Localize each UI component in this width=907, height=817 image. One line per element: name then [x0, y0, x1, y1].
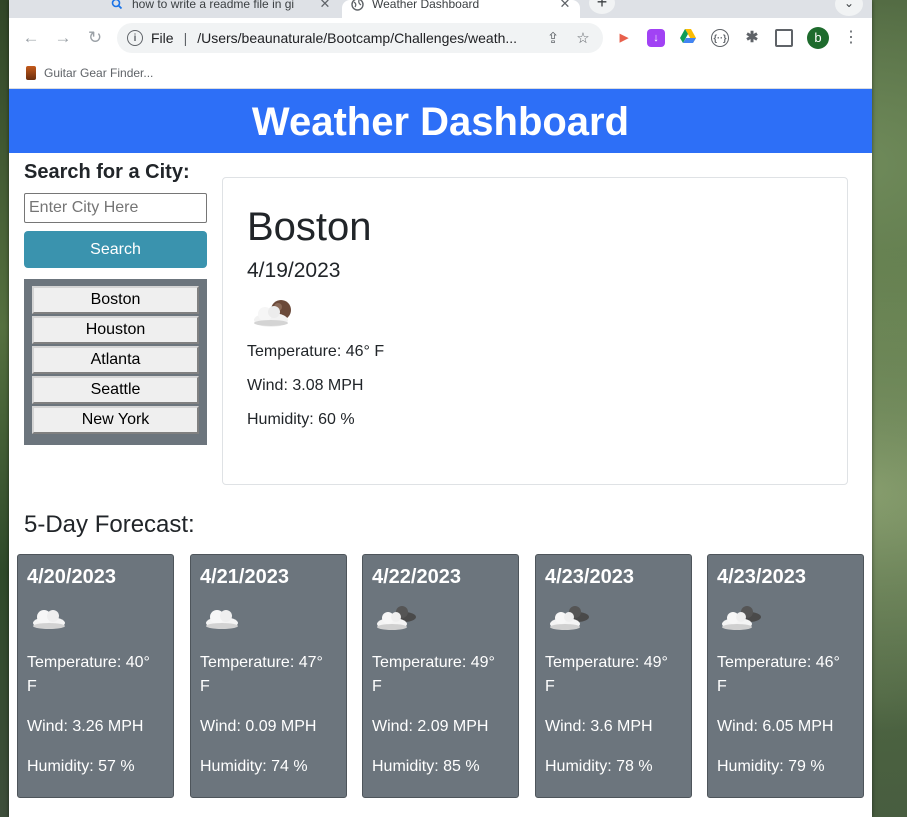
forecast-wind: Wind: 0.09 MPH — [200, 718, 317, 735]
search-sidebar: Search for a City: Search Boston Houston… — [24, 161, 207, 445]
forecast-wind: Wind: 6.05 MPH — [717, 718, 834, 735]
close-icon[interactable]: ✕ — [318, 0, 332, 12]
forecast-humidity: Humidity: 78 % — [545, 758, 653, 775]
new-tab-button[interactable]: + — [589, 0, 615, 14]
forecast-humidity: Humidity: 57 % — [27, 758, 135, 775]
current-wind: Wind: 3.08 MPH — [247, 377, 364, 394]
partly-cloudy-night-icon — [247, 290, 823, 334]
current-date: 4/19/2023 — [247, 259, 341, 282]
forecast-temperature: Temperature: 49° F — [372, 654, 495, 695]
side-panel-icon[interactable] — [775, 29, 793, 47]
chevron-down-icon[interactable]: ⌄ — [835, 0, 863, 16]
share-icon[interactable]: ⇪ — [543, 29, 563, 47]
forecast-date: 4/22/2023 — [372, 566, 461, 588]
web-page: Weather Dashboard Search for a City: Sea… — [9, 89, 872, 817]
history-button-boston[interactable]: Boston — [32, 286, 199, 314]
broken-clouds-icon — [717, 595, 854, 639]
current-temperature: Temperature: 46° F — [247, 343, 385, 360]
browser-window: how to write a readme file in gi ✕ Weath… — [9, 0, 872, 817]
google-search-icon — [110, 0, 124, 16]
forecast-wind: Wind: 3.26 MPH — [27, 718, 144, 735]
forecast-card: 4/21/2023 Temperature: 47° F Wind: 0.09 … — [190, 554, 347, 798]
broken-clouds-icon — [372, 595, 509, 639]
search-history: Boston Houston Atlanta Seattle New York — [24, 279, 207, 445]
puzzle-icon[interactable]: ✱ — [743, 29, 761, 47]
address-bar[interactable]: i File | /Users/beaunaturale/Bootcamp/Ch… — [117, 23, 603, 53]
forecast-wind: Wind: 3.6 MPH — [545, 718, 653, 735]
close-icon[interactable]: ✕ — [558, 0, 572, 12]
search-title: Search for a City: — [24, 161, 190, 183]
url-separator: | — [183, 30, 188, 46]
bookmarks-bar: Guitar Gear Finder... — [9, 58, 872, 89]
history-button-new-york[interactable]: New York — [32, 406, 199, 434]
city-search-input[interactable] — [24, 193, 207, 223]
reload-icon[interactable]: ↻ — [83, 26, 107, 50]
forecast-temperature: Temperature: 49° F — [545, 654, 668, 695]
forecast-date: 4/20/2023 — [27, 566, 116, 588]
tab-title: how to write a readme file in gi — [132, 0, 295, 11]
cloud-icon — [200, 595, 337, 639]
tab-readme-search[interactable]: how to write a readme file in gi ✕ — [102, 0, 340, 18]
browser-toolbar: ← → ↻ i File | /Users/beaunaturale/Bootc… — [9, 18, 872, 58]
forecast-temperature: Temperature: 47° F — [200, 654, 323, 695]
forward-arrow-icon[interactable]: → — [51, 26, 75, 50]
forecast-temperature: Temperature: 46° F — [717, 654, 840, 695]
current-city-name: Boston — [247, 205, 372, 249]
forecast-wind: Wind: 2.09 MPH — [372, 718, 489, 735]
current-weather-card: Boston 4/19/2023 Temperature: 46° F Wind… — [222, 177, 848, 485]
history-button-houston[interactable]: Houston — [32, 316, 199, 344]
forecast-humidity: Humidity: 74 % — [200, 758, 308, 775]
forecast-date: 4/23/2023 — [545, 566, 634, 588]
extension-devtools-icon[interactable]: {··} — [711, 29, 729, 47]
guitar-bookmark-icon — [26, 66, 36, 80]
page-title: Weather Dashboard — [9, 89, 872, 153]
tab-weather-dashboard[interactable]: Weather Dashboard ✕ — [342, 0, 580, 18]
search-button[interactable]: Search — [24, 231, 207, 268]
broken-clouds-icon — [545, 595, 682, 639]
bookmark-guitar-gear[interactable]: Guitar Gear Finder... — [44, 66, 153, 80]
forecast-card: 4/23/2023 Temperature: 46° F Wind: 6.05 … — [707, 554, 864, 798]
current-humidity: Humidity: 60 % — [247, 411, 355, 428]
history-button-atlanta[interactable]: Atlanta — [32, 346, 199, 374]
avatar[interactable]: b — [807, 27, 829, 49]
tab-title: Weather Dashboard — [372, 0, 480, 11]
more-menu-icon[interactable]: ⋮ — [843, 27, 859, 49]
forecast-date: 4/21/2023 — [200, 566, 289, 588]
url-scheme: File — [151, 30, 174, 46]
forecast-date: 4/23/2023 — [717, 566, 806, 588]
star-icon[interactable]: ☆ — [573, 29, 593, 47]
info-icon[interactable]: i — [127, 30, 143, 46]
tab-strip: how to write a readme file in gi ✕ Weath… — [9, 0, 872, 18]
forecast-temperature: Temperature: 40° F — [27, 654, 150, 695]
google-drive-icon[interactable] — [679, 29, 697, 47]
forecast-humidity: Humidity: 85 % — [372, 758, 480, 775]
forecast-humidity: Humidity: 79 % — [717, 758, 825, 775]
globe-icon — [350, 0, 364, 16]
forecast-card: 4/22/2023 Temperature: 49° F Wind: 2.09 … — [362, 554, 519, 798]
forecast-title: 5-Day Forecast: — [24, 511, 195, 538]
cloud-icon — [27, 595, 164, 639]
forecast-card: 4/23/2023 Temperature: 49° F Wind: 3.6 M… — [535, 554, 692, 798]
extension-video-icon[interactable]: ▶ — [615, 29, 633, 47]
history-button-seattle[interactable]: Seattle — [32, 376, 199, 404]
forecast-card: 4/20/2023 Temperature: 40° F Wind: 3.26 … — [17, 554, 174, 798]
extension-download-icon[interactable]: ↓ — [647, 29, 665, 47]
back-arrow-icon[interactable]: ← — [19, 26, 43, 50]
url-text[interactable]: /Users/beaunaturale/Bootcamp/Challenges/… — [197, 30, 543, 46]
